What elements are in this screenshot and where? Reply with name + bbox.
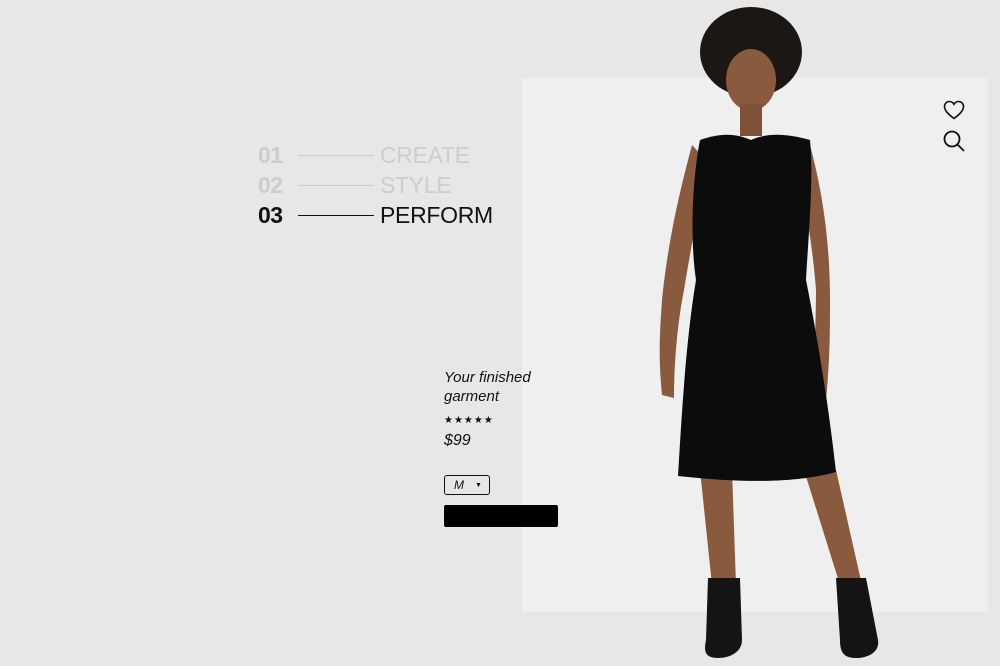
left-boot [705,578,742,658]
step-label: STYLE [380,171,452,198]
chevron-down-icon: ▼ [475,481,482,489]
product-card: Your finished garment ★★★★★ $99 [444,368,574,450]
size-value: M [454,478,464,492]
product-title: Your finished garment [444,369,531,405]
step-style[interactable]: 02 STYLE [258,170,493,200]
steps-list: 01 CREATE 02 STYLE 03 PERFORM [258,140,493,230]
page: 01 CREATE 02 STYLE 03 PERFORM Your finis… [0,0,1000,666]
neck-shape [740,104,762,136]
model-photo [659,7,879,658]
right-boot [836,578,879,658]
heart-icon[interactable] [942,98,966,122]
step-number: 01 [258,141,283,168]
size-select[interactable]: M ▼ [444,475,490,495]
step-number: 03 [258,201,283,228]
step-label: CREATE [380,141,470,168]
step-number: 02 [258,171,283,198]
right-leg [804,470,862,585]
step-divider [298,184,374,186]
step-label: PERFORM [380,201,493,228]
step-divider [298,214,374,216]
face-shape [726,49,776,111]
star-rating: ★★★★★ [444,415,494,426]
product-price: $99 [444,432,471,449]
step-create[interactable]: 01 CREATE [258,140,493,170]
search-icon[interactable] [942,129,966,153]
left-leg [700,470,736,585]
step-perform[interactable]: 03 PERFORM [258,200,493,230]
step-divider [298,154,374,156]
add-to-cart-button[interactable] [444,505,558,527]
